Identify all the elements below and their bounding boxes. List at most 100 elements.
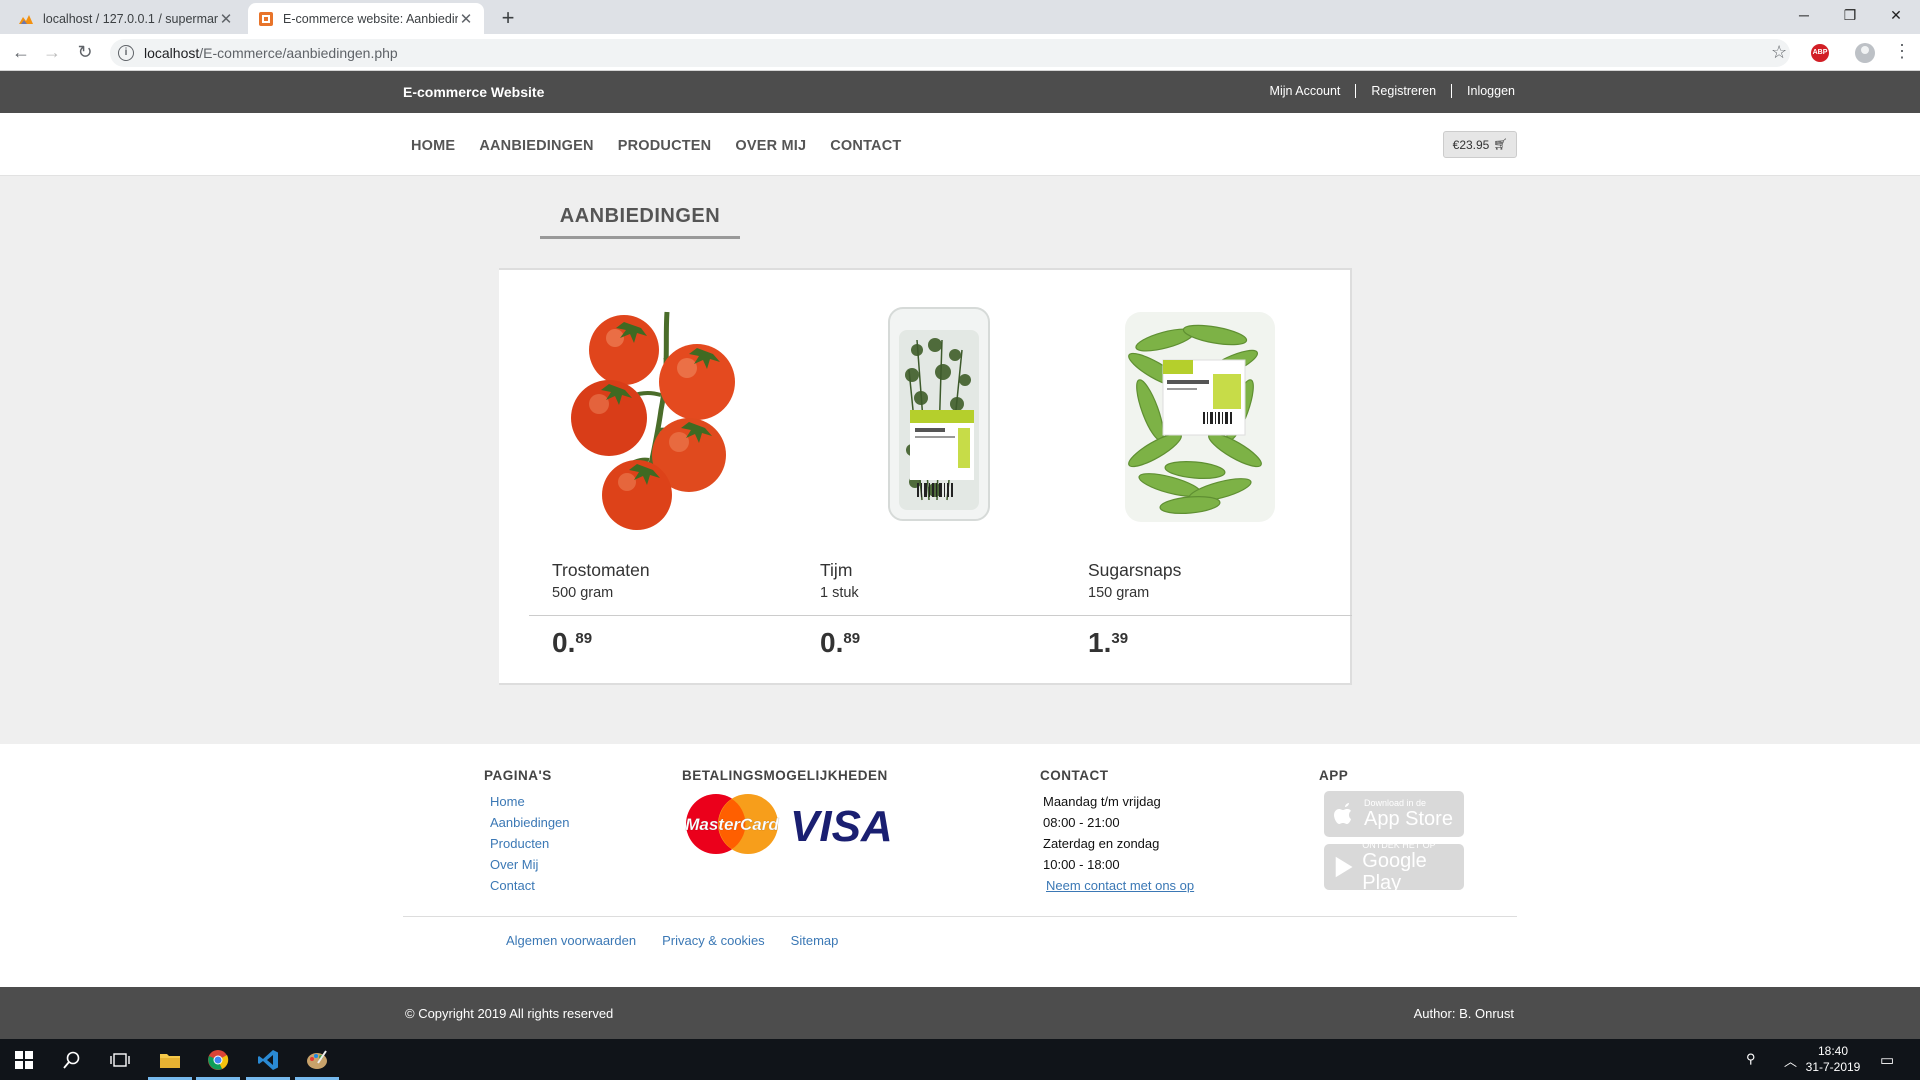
reload-icon[interactable]: ↻ — [73, 40, 97, 64]
clock-date: 31-7-2019 — [1805, 1060, 1861, 1074]
copyright-bar: © Copyright 2019 All rights reserved Aut… — [0, 987, 1920, 1039]
mastercard-logo: MasterCard — [685, 794, 780, 854]
visa-text: VISA — [790, 802, 893, 849]
search-icon[interactable] — [48, 1039, 96, 1080]
bookmark-star-icon[interactable]: ☆ — [1771, 42, 1787, 63]
price-cents: 89 — [843, 630, 861, 647]
tomatoes-image — [571, 311, 735, 530]
taskbar-clock[interactable]: 18:40 31-7-2019 — [1798, 1043, 1868, 1075]
product-card[interactable]: Sugarsnaps 150 gram 1. 39 — [1065, 270, 1333, 687]
minimize-icon[interactable]: ─ — [1781, 0, 1827, 30]
product-card[interactable]: Tijm 1 stuk 0. 89 — [797, 270, 1065, 687]
login-link[interactable]: Inloggen — [1452, 84, 1517, 98]
footer-payment: BETALINGSMOGELIJKHEDEN MasterCard VISA — [682, 768, 896, 855]
footer-link-home[interactable]: Home — [490, 794, 525, 809]
footer-app: APP Download in de App Store ONTDEK HET … — [1319, 768, 1464, 897]
restore-icon[interactable]: ❐ — [1827, 0, 1873, 30]
close-tab-icon[interactable]: ✕ — [458, 10, 474, 28]
forward-icon[interactable]: → — [40, 40, 64, 64]
menu-kebab-icon[interactable]: ⋮ — [1893, 41, 1911, 61]
account-links: Mijn Account Registreren Inloggen — [1255, 84, 1517, 98]
nav-over-mij[interactable]: OVER MIJ — [735, 138, 806, 154]
page-title: AANBIEDINGEN — [540, 205, 740, 239]
copyright-text: © Copyright 2019 All rights reserved — [405, 1006, 614, 1021]
windows-taskbar: ⚲ ︿ 18:40 31-7-2019 ▭ — [0, 1039, 1920, 1080]
tray-chevron-icon[interactable]: ︿ — [1784, 1051, 1797, 1070]
tab-title: localhost / 127.0.0.1 / supermarkt — [43, 11, 218, 26]
price-whole: 1 — [1088, 627, 1104, 658]
nav-producten[interactable]: PRODUCTEN — [618, 138, 712, 154]
price-whole: 0 — [820, 627, 836, 658]
my-account-link[interactable]: Mijn Account — [1255, 84, 1357, 98]
product-price: 0. 89 — [552, 627, 593, 658]
info-icon[interactable]: i — [118, 45, 134, 61]
site-brand[interactable]: E-commerce Website — [403, 84, 544, 100]
product-name: Trostomaten — [552, 560, 650, 580]
app-store-badge[interactable]: Download in de App Store — [1324, 791, 1464, 837]
nav-contact[interactable]: CONTACT — [830, 138, 901, 154]
product-card[interactable]: Trostomaten 500 gram 0. 89 — [529, 270, 797, 687]
adblock-icon[interactable]: ABP — [1811, 44, 1829, 62]
footer-bottom-links: Algemen voorwaarden Privacy & cookies Si… — [506, 933, 864, 948]
footer-link-contact[interactable]: Contact — [490, 878, 535, 893]
appstore-small-text: Download in de — [1364, 798, 1427, 808]
contact-line: 10:00 - 18:00 — [1043, 857, 1120, 872]
paint-app-icon[interactable] — [293, 1039, 341, 1080]
task-view-icon[interactable] — [96, 1039, 144, 1080]
tab-aanbiedingen[interactable]: E-commerce website: Aanbiedingen ✕ — [248, 3, 484, 34]
play-icon — [1335, 856, 1353, 878]
nav-home[interactable]: HOME — [411, 138, 455, 154]
footer-link-aanbiedingen[interactable]: Aanbiedingen — [490, 815, 570, 830]
back-icon[interactable]: ← — [9, 40, 33, 64]
price-cents: 89 — [575, 630, 593, 647]
phpmyadmin-icon — [19, 14, 33, 24]
product-carousel: Trostomaten 500 gram 0. 89 Tijm 1 stuk 0… — [499, 268, 1352, 685]
cart-button[interactable]: €23.95 🛒︎ — [1443, 131, 1517, 158]
close-window-icon[interactable]: ✕ — [1873, 0, 1919, 30]
new-tab-button[interactable]: + — [496, 5, 520, 31]
footer-link-producten[interactable]: Producten — [490, 836, 549, 851]
site-footer: PAGINA'S Home Aanbiedingen Producten Ove… — [0, 744, 1920, 987]
footer-app-heading: APP — [1319, 768, 1349, 783]
nav-menu: HOME AANBIEDINGEN PRODUCTEN OVER MIJ CON… — [411, 138, 925, 154]
product-quantity: 1 stuk — [820, 585, 859, 601]
shopping-cart-icon: 🛒︎ — [1493, 139, 1508, 151]
main-nav: HOME AANBIEDINGEN PRODUCTEN OVER MIJ CON… — [0, 113, 1920, 176]
file-explorer-icon[interactable] — [146, 1039, 194, 1080]
footer-contact: CONTACT Maandag t/m vrijdag 08:00 - 21:0… — [1040, 768, 1194, 896]
nav-aanbiedingen[interactable]: AANBIEDINGEN — [479, 138, 593, 154]
terms-link[interactable]: Algemen voorwaarden — [506, 933, 636, 948]
product-name: Sugarsnaps — [1088, 560, 1182, 580]
windows-start-icon[interactable] — [0, 1039, 48, 1080]
googleplay-big-text: Google Play — [1362, 850, 1427, 894]
contact-us-link[interactable]: Neem contact met ons op — [1043, 878, 1194, 893]
google-play-badge[interactable]: ONTDEK HET OP Google Play — [1324, 840, 1464, 894]
register-link[interactable]: Registreren — [1356, 84, 1453, 98]
site-favicon-icon — [259, 11, 273, 26]
notifications-icon[interactable]: ▭ — [1880, 1051, 1894, 1069]
tab-title: E-commerce website: Aanbiedingen — [283, 11, 458, 26]
tab-phpmyadmin[interactable]: localhost / 127.0.0.1 / supermarkt ✕ — [8, 3, 244, 34]
footer-link-over-mij[interactable]: Over Mij — [490, 857, 538, 872]
chrome-icon[interactable] — [194, 1039, 242, 1080]
profile-avatar-icon[interactable] — [1855, 43, 1875, 63]
price-cents: 39 — [1111, 630, 1129, 647]
footer-contact-heading: CONTACT — [1040, 768, 1109, 783]
browser-tabbar: localhost / 127.0.0.1 / supermarkt ✕ E-c… — [0, 0, 1920, 34]
footer-pages-heading: PAGINA'S — [484, 768, 552, 783]
sitemap-link[interactable]: Sitemap — [791, 933, 839, 948]
contact-line: Maandag t/m vrijdag — [1043, 794, 1161, 809]
cart-total: €23.95 — [1452, 137, 1490, 152]
url-path: /E-commerce/aanbiedingen.php — [199, 45, 398, 61]
googleplay-small-text: ONTDEK HET OP — [1362, 840, 1436, 850]
vscode-icon[interactable] — [244, 1039, 292, 1080]
product-quantity: 500 gram — [552, 585, 614, 601]
author-text: Author: B. Onrust — [1413, 1006, 1514, 1021]
mastercard-text: MasterCard — [685, 815, 779, 834]
people-icon[interactable]: ⚲ — [1746, 1051, 1756, 1067]
address-bar[interactable]: i localhost/E-commerce/aanbiedingen.php — [110, 39, 1790, 67]
product-name: Tijm — [820, 560, 853, 580]
close-tab-icon[interactable]: ✕ — [218, 10, 234, 28]
appstore-big-text: App Store — [1364, 808, 1453, 830]
privacy-link[interactable]: Privacy & cookies — [662, 933, 765, 948]
